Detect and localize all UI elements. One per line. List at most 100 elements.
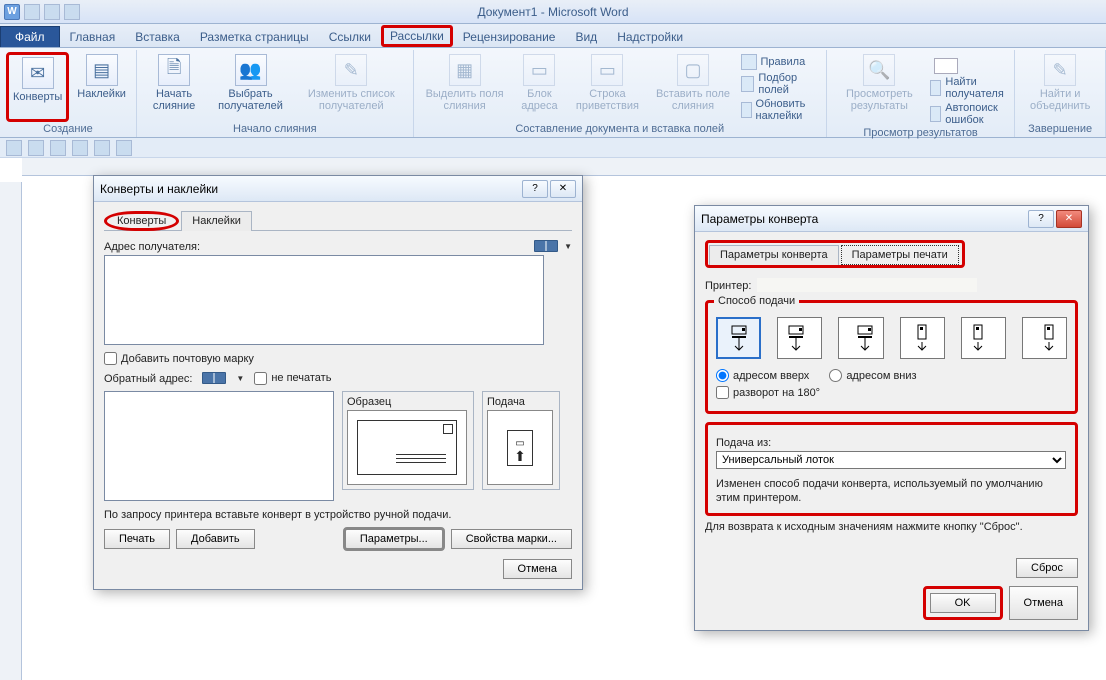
printer-name	[757, 278, 977, 292]
rotate180-checkbox[interactable]	[716, 386, 729, 399]
recipients-icon: 👥	[235, 54, 267, 86]
edit-recipients-button[interactable]: ✎ Изменить список получателей	[296, 52, 407, 122]
preview-icon: 🔍	[863, 54, 895, 86]
rules-icon	[741, 54, 757, 70]
close-button[interactable]: ✕	[550, 180, 576, 198]
tab-review[interactable]: Рецензирование	[453, 27, 566, 47]
return-address-book-icon[interactable]	[202, 372, 226, 384]
qat-undo-icon[interactable]	[44, 4, 60, 20]
update-labels-button[interactable]: Обновить наклейки	[741, 98, 820, 122]
highlight-icon: ▦	[449, 54, 481, 86]
address-book-icon[interactable]	[534, 240, 558, 252]
greeting-line-button[interactable]: ▭ Строка приветствия	[569, 52, 645, 122]
insert-field-icon: ▢	[677, 54, 709, 86]
ribbon-tabs: Файл Главная Вставка Разметка страницы С…	[0, 24, 1106, 48]
address-block-button[interactable]: ▭ Блок адреса	[513, 52, 565, 122]
feed-opt-5[interactable]	[961, 317, 1006, 359]
return-address-input[interactable]	[104, 391, 334, 501]
feed-method-legend: Способ подачи	[714, 295, 799, 307]
address-icon: ▭	[523, 54, 555, 86]
qa-icon-4[interactable]	[72, 140, 88, 156]
tab-layout[interactable]: Разметка страницы	[190, 27, 319, 47]
app-title: Документ1 - Microsoft Word	[0, 5, 1106, 19]
envelope-preview[interactable]	[347, 410, 467, 485]
insert-field-button[interactable]: ▢ Вставить поле слияния	[649, 52, 736, 122]
highlight-fields-button[interactable]: ▦ Выделить поля слияния	[420, 52, 510, 122]
qa-icon-1[interactable]	[6, 140, 22, 156]
rules-button[interactable]: Правила	[741, 54, 820, 70]
opts-help-button[interactable]: ?	[1028, 210, 1054, 228]
opts-close-button[interactable]: ✕	[1056, 210, 1082, 228]
opts-tab-print[interactable]: Параметры печати	[841, 245, 959, 265]
rotate180-label: разворот на 180°	[733, 387, 820, 399]
opts-tab-envelope[interactable]: Параметры конверта	[709, 245, 839, 265]
feed-from-select[interactable]: Универсальный лоток	[716, 451, 1066, 469]
record-input[interactable]	[934, 58, 958, 74]
radio-addr-up[interactable]: адресом вверх	[716, 369, 809, 382]
add-button[interactable]: Добавить	[176, 529, 255, 549]
feed-opt-3[interactable]	[838, 317, 883, 359]
tab-view[interactable]: Вид	[565, 27, 607, 47]
qat-redo-icon[interactable]	[64, 4, 80, 20]
check-icon	[930, 106, 941, 122]
recipient-label: Адрес получателя:	[104, 241, 200, 253]
feed-opt-6[interactable]	[1022, 317, 1067, 359]
feed-preview[interactable]: ▭ ⬆	[487, 410, 553, 485]
add-postage-label: Добавить почтовую марку	[121, 353, 254, 365]
help-button[interactable]: ?	[522, 180, 548, 198]
env-cancel-button[interactable]: Отмена	[503, 559, 572, 579]
tab-references[interactable]: Ссылки	[319, 27, 381, 47]
add-postage-checkbox[interactable]	[104, 352, 117, 365]
qa-icon-5[interactable]	[94, 140, 110, 156]
opts-cancel-button[interactable]: Отмена	[1009, 586, 1078, 620]
changed-note: Изменен способ подачи конверта, использу…	[716, 477, 1067, 505]
finish-icon: ✎	[1044, 54, 1076, 86]
tab-mailings[interactable]: Рассылки	[381, 25, 453, 47]
ruler-vertical	[0, 182, 22, 680]
envelopes-button[interactable]: ✉ Конверты	[6, 52, 69, 122]
reset-hint: Для возврата к исходным значениям нажмит…	[705, 520, 1078, 534]
match-icon	[741, 76, 755, 92]
group-write-label: Составление документа и вставка полей	[515, 122, 724, 137]
find-recipient-button[interactable]: Найти получателя	[930, 76, 1008, 100]
group-create-label: Создание	[43, 122, 93, 137]
return-dropdown-icon[interactable]: ▼	[236, 374, 244, 383]
ruler-horizontal	[22, 158, 1106, 176]
parameters-button[interactable]: Параметры...	[343, 527, 445, 551]
tab-envelopes-sub[interactable]: Конверты	[104, 211, 179, 231]
qat-save-icon[interactable]	[24, 4, 40, 20]
tab-file[interactable]: Файл	[0, 26, 60, 47]
print-button[interactable]: Печать	[104, 529, 170, 549]
finish-merge-button[interactable]: ✎ Найти и объединить	[1021, 52, 1099, 122]
label-icon: ▤	[86, 54, 118, 86]
qa-icon-2[interactable]	[28, 140, 44, 156]
env-dialog-title: Конверты и наклейки	[100, 182, 218, 196]
recipient-address-input[interactable]	[104, 255, 544, 345]
tab-insert[interactable]: Вставка	[125, 27, 190, 47]
qa-icon-6[interactable]	[116, 140, 132, 156]
feed-opt-2[interactable]	[777, 317, 822, 359]
auto-check-errors-button[interactable]: Автопоиск ошибок	[930, 102, 1008, 126]
tab-labels-sub[interactable]: Наклейки	[181, 211, 252, 231]
rules-column: Правила Подбор полей Обновить наклейки	[741, 52, 820, 122]
qa-icon-3[interactable]	[50, 140, 66, 156]
match-fields-button[interactable]: Подбор полей	[741, 72, 820, 96]
preview-results-button[interactable]: 🔍 Просмотреть результаты	[833, 52, 926, 126]
edit-list-icon: ✎	[335, 54, 367, 86]
addressbook-dropdown-icon[interactable]: ▼	[564, 242, 572, 251]
select-recipients-button[interactable]: 👥 Выбрать получателей	[209, 52, 292, 122]
ok-button[interactable]: OK	[930, 593, 996, 613]
start-merge-button[interactable]: 🗎 Начать слияние	[143, 52, 205, 122]
qat-row2	[0, 138, 1106, 158]
tab-home[interactable]: Главная	[60, 27, 126, 47]
feed-opt-1[interactable]	[716, 317, 761, 359]
labels-button[interactable]: ▤ Наклейки	[73, 52, 130, 122]
reset-button[interactable]: Сброс	[1016, 558, 1078, 578]
feed-opt-4[interactable]	[900, 317, 945, 359]
tab-addins[interactable]: Надстройки	[607, 27, 693, 47]
envelope-icon: ✉	[22, 57, 54, 89]
nav-arrows: Найти получателя Автопоиск ошибок	[930, 52, 1008, 126]
radio-addr-down[interactable]: адресом вниз	[829, 369, 916, 382]
stamp-properties-button[interactable]: Свойства марки...	[451, 529, 572, 549]
no-print-checkbox[interactable]	[254, 372, 267, 385]
